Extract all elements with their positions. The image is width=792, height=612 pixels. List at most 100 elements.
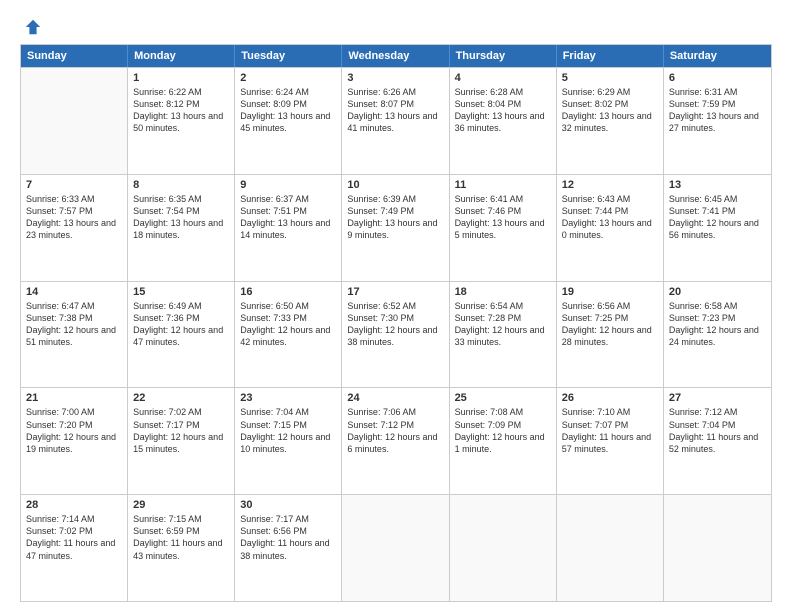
cell-info: Sunrise: 6:35 AMSunset: 7:54 PMDaylight:… <box>133 193 229 242</box>
cal-cell: 23 Sunrise: 7:04 AMSunset: 7:15 PMDayligh… <box>235 388 342 494</box>
cell-info: Sunrise: 6:33 AMSunset: 7:57 PMDaylight:… <box>26 193 122 242</box>
day-number: 20 <box>669 286 766 298</box>
cal-cell: 7 Sunrise: 6:33 AMSunset: 7:57 PMDaylight… <box>21 175 128 281</box>
cal-cell: 6 Sunrise: 6:31 AMSunset: 7:59 PMDaylight… <box>664 68 771 174</box>
day-number: 6 <box>669 72 766 84</box>
cell-info: Sunrise: 7:15 AMSunset: 6:59 PMDaylight:… <box>133 513 229 562</box>
cal-cell <box>21 68 128 174</box>
cal-cell: 14 Sunrise: 6:47 AMSunset: 7:38 PMDayligh… <box>21 282 128 388</box>
cal-cell: 12Sunrise: 6:43 AMSunset: 7:44 PMDayligh… <box>557 175 664 281</box>
cell-info: Sunrise: 6:58 AMSunset: 7:23 PMDaylight:… <box>669 300 766 349</box>
cal-cell: 3 Sunrise: 6:26 AMSunset: 8:07 PMDaylight… <box>342 68 449 174</box>
cal-cell: 19 Sunrise: 6:56 AMSunset: 7:25 PMDayligh… <box>557 282 664 388</box>
cell-info: Sunrise: 6:43 AMSunset: 7:44 PMDaylight:… <box>562 193 658 242</box>
day-number: 29 <box>133 499 229 511</box>
cal-cell: 5 Sunrise: 6:29 AMSunset: 8:02 PMDaylight… <box>557 68 664 174</box>
calendar-body: 1 Sunrise: 6:22 AMSunset: 8:12 PMDaylight… <box>21 67 771 601</box>
cal-cell: 16 Sunrise: 6:50 AMSunset: 7:33 PMDayligh… <box>235 282 342 388</box>
cal-cell: 1 Sunrise: 6:22 AMSunset: 8:12 PMDaylight… <box>128 68 235 174</box>
cal-cell: 4 Sunrise: 6:28 AMSunset: 8:04 PMDaylight… <box>450 68 557 174</box>
day-number: 25 <box>455 392 551 404</box>
day-number: 18 <box>455 286 551 298</box>
day-number: 15 <box>133 286 229 298</box>
cell-info: Sunrise: 7:06 AMSunset: 7:12 PMDaylight:… <box>347 406 443 455</box>
cell-info: Sunrise: 7:08 AMSunset: 7:09 PMDaylight:… <box>455 406 551 455</box>
cal-cell: 25 Sunrise: 7:08 AMSunset: 7:09 PMDayligh… <box>450 388 557 494</box>
day-number: 22 <box>133 392 229 404</box>
cell-info: Sunrise: 7:00 AMSunset: 7:20 PMDaylight:… <box>26 406 122 455</box>
logo <box>20 18 42 36</box>
day-number: 26 <box>562 392 658 404</box>
cal-cell: 29 Sunrise: 7:15 AMSunset: 6:59 PMDayligh… <box>128 495 235 601</box>
cal-cell <box>342 495 449 601</box>
cal-cell: 28Sunrise: 7:14 AMSunset: 7:02 PMDayligh… <box>21 495 128 601</box>
cell-info: Sunrise: 6:28 AMSunset: 8:04 PMDaylight:… <box>455 86 551 135</box>
day-number: 30 <box>240 499 336 511</box>
cal-cell: 8 Sunrise: 6:35 AMSunset: 7:54 PMDaylight… <box>128 175 235 281</box>
day-number: 8 <box>133 179 229 191</box>
day-number: 7 <box>26 179 122 191</box>
cal-cell: 2Sunrise: 6:24 AMSunset: 8:09 PMDaylight… <box>235 68 342 174</box>
day-number: 11 <box>455 179 551 191</box>
header-tuesday: Tuesday <box>235 45 342 67</box>
header <box>20 18 772 36</box>
day-number: 27 <box>669 392 766 404</box>
cal-cell <box>664 495 771 601</box>
cell-info: Sunrise: 6:52 AMSunset: 7:30 PMDaylight:… <box>347 300 443 349</box>
day-number: 24 <box>347 392 443 404</box>
calendar-row-5: 28Sunrise: 7:14 AMSunset: 7:02 PMDayligh… <box>21 494 771 601</box>
cell-info: Sunrise: 6:47 AMSunset: 7:38 PMDaylight:… <box>26 300 122 349</box>
day-number: 19 <box>562 286 658 298</box>
cell-info: Sunrise: 6:31 AMSunset: 7:59 PMDaylight:… <box>669 86 766 135</box>
cell-info: Sunrise: 6:56 AMSunset: 7:25 PMDaylight:… <box>562 300 658 349</box>
cell-info: Sunrise: 7:04 AMSunset: 7:15 PMDaylight:… <box>240 406 336 455</box>
page: Sunday Monday Tuesday Wednesday Thursday… <box>0 0 792 612</box>
day-number: 10 <box>347 179 443 191</box>
header-saturday: Saturday <box>664 45 771 67</box>
calendar-header: Sunday Monday Tuesday Wednesday Thursday… <box>21 45 771 67</box>
cell-info: Sunrise: 6:54 AMSunset: 7:28 PMDaylight:… <box>455 300 551 349</box>
day-number: 21 <box>26 392 122 404</box>
calendar-row-1: 1 Sunrise: 6:22 AMSunset: 8:12 PMDaylight… <box>21 67 771 174</box>
cell-info: Sunrise: 6:45 AMSunset: 7:41 PMDaylight:… <box>669 193 766 242</box>
cal-cell: 13 Sunrise: 6:45 AMSunset: 7:41 PMDayligh… <box>664 175 771 281</box>
day-number: 1 <box>133 72 229 84</box>
calendar-row-2: 7 Sunrise: 6:33 AMSunset: 7:57 PMDaylight… <box>21 174 771 281</box>
day-number: 9 <box>240 179 336 191</box>
day-number: 5 <box>562 72 658 84</box>
cell-info: Sunrise: 7:12 AMSunset: 7:04 PMDaylight:… <box>669 406 766 455</box>
day-number: 3 <box>347 72 443 84</box>
cal-cell: 27 Sunrise: 7:12 AMSunset: 7:04 PMDayligh… <box>664 388 771 494</box>
cell-info: Sunrise: 6:50 AMSunset: 7:33 PMDaylight:… <box>240 300 336 349</box>
cal-cell: 24 Sunrise: 7:06 AMSunset: 7:12 PMDayligh… <box>342 388 449 494</box>
day-number: 2 <box>240 72 336 84</box>
cell-info: Sunrise: 6:26 AMSunset: 8:07 PMDaylight:… <box>347 86 443 135</box>
cal-cell: 20 Sunrise: 6:58 AMSunset: 7:23 PMDayligh… <box>664 282 771 388</box>
cal-cell: 18 Sunrise: 6:54 AMSunset: 7:28 PMDayligh… <box>450 282 557 388</box>
cal-cell: 10 Sunrise: 6:39 AMSunset: 7:49 PMDayligh… <box>342 175 449 281</box>
cal-cell: 22Sunrise: 7:02 AMSunset: 7:17 PMDayligh… <box>128 388 235 494</box>
logo-icon <box>24 18 42 36</box>
day-number: 23 <box>240 392 336 404</box>
day-number: 4 <box>455 72 551 84</box>
cell-info: Sunrise: 6:29 AMSunset: 8:02 PMDaylight:… <box>562 86 658 135</box>
cal-cell: 15Sunrise: 6:49 AMSunset: 7:36 PMDayligh… <box>128 282 235 388</box>
cell-info: Sunrise: 7:17 AMSunset: 6:56 PMDaylight:… <box>240 513 336 562</box>
cal-cell: 17 Sunrise: 6:52 AMSunset: 7:30 PMDayligh… <box>342 282 449 388</box>
cal-cell <box>557 495 664 601</box>
cell-info: Sunrise: 7:14 AMSunset: 7:02 PMDaylight:… <box>26 513 122 562</box>
cell-info: Sunrise: 6:41 AMSunset: 7:46 PMDaylight:… <box>455 193 551 242</box>
cal-cell: 11 Sunrise: 6:41 AMSunset: 7:46 PMDayligh… <box>450 175 557 281</box>
cal-cell: 21 Sunrise: 7:00 AMSunset: 7:20 PMDayligh… <box>21 388 128 494</box>
cell-info: Sunrise: 6:39 AMSunset: 7:49 PMDaylight:… <box>347 193 443 242</box>
day-number: 13 <box>669 179 766 191</box>
cal-cell <box>450 495 557 601</box>
cell-info: Sunrise: 6:22 AMSunset: 8:12 PMDaylight:… <box>133 86 229 135</box>
day-number: 17 <box>347 286 443 298</box>
day-number: 16 <box>240 286 336 298</box>
day-number: 14 <box>26 286 122 298</box>
header-thursday: Thursday <box>450 45 557 67</box>
header-monday: Monday <box>128 45 235 67</box>
cell-info: Sunrise: 7:10 AMSunset: 7:07 PMDaylight:… <box>562 406 658 455</box>
cal-cell: 9Sunrise: 6:37 AMSunset: 7:51 PMDaylight… <box>235 175 342 281</box>
